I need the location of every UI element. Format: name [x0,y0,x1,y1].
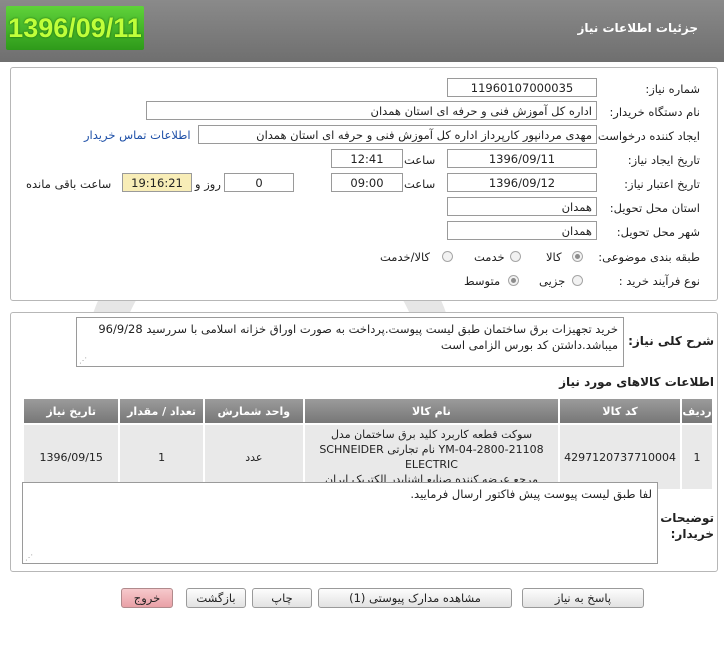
reply-button[interactable]: پاسخ به نیاز [522,588,644,608]
buyer-org-field: اداره کل آموزش فنی و حرفه ای استان همدان [146,101,597,120]
validity-time-field: 09:00 [331,173,403,192]
exit-button[interactable]: خروج [121,588,173,608]
resize-grip-icon[interactable]: ⋰ [25,553,33,562]
cell-row: 1 [680,423,714,491]
category-radio-goods[interactable] [572,251,583,262]
created-date-label: تاریخ ایجاد نیاز: [627,153,700,167]
cell-code: 4297120737710004 [558,423,683,491]
cell-unit: عدد [202,423,305,491]
province-label: استان محل تحویل: [609,201,700,215]
col-name: نام کالا [302,397,561,425]
cell-name: سوکت قطعه کاربرد کلید برق ساختمان مدل YM… [302,423,561,491]
col-unit: واحد شمارش [202,397,305,425]
process-radio-medium[interactable] [508,275,519,286]
category-option-service: خدمت [474,250,505,264]
cell-qty: 1 [118,423,205,491]
buyer-contact-link[interactable]: اطلاعات تماس خریدار [84,128,191,142]
process-option-medium: متوسط [464,274,501,288]
buyer-notes-text: لفا طبق لیست پیوست پیش فاکتور ارسال فرما… [22,482,658,564]
days-remaining-field: 0 [224,173,294,192]
col-row: ردیف [680,397,714,425]
cell-name-line: سوکت قطعه کاربرد کلید برق ساختمان مدل [330,428,533,441]
table-row: 1 4297120737710004 سوکت قطعه کاربرد کلید… [21,423,714,491]
city-label: شهر محل تحویل: [616,225,700,239]
buyer-org-label: نام دستگاه خریدار: [609,105,700,119]
header-date-badge: 1396/09/11 [6,6,144,50]
validity-date-field: 1396/09/12 [447,173,597,192]
col-code: کد کالا [558,397,683,425]
city-field: همدان [447,221,597,240]
created-time-field: 12:41 [331,149,403,168]
goods-table: ردیف کد کالا نام کالا واحد شمارش تعداد /… [21,397,714,491]
goods-table-header: ردیف کد کالا نام کالا واحد شمارش تعداد /… [21,397,714,425]
created-date-field: 1396/09/11 [447,149,597,168]
category-label: طبقه بندی موضوعی: [598,250,700,264]
view-attachments-button[interactable]: مشاهده مدارک پیوستی (1) [318,588,512,608]
need-number-label: شماره نیاز: [645,82,700,96]
resize-grip-icon[interactable]: ⋰ [79,356,87,365]
requester-field: مهدی مردانپور کارپرداز اداره کل آموزش فن… [198,125,597,144]
time-remaining-label: ساعت باقی مانده [26,177,112,191]
buyer-notes-label-1: توضیحات [660,511,714,525]
col-qty: تعداد / مقدار [118,397,205,425]
validity-date-label: تاریخ اعتبار نیاز: [624,177,700,191]
cell-name-line: YM-04-2800-21108 نام تجارتی SCHNEIDER EL… [319,443,544,471]
goods-section-title: اطلاعات کالاهای مورد نیاز [559,375,714,389]
category-radio-service[interactable] [510,251,521,262]
process-radio-minor[interactable] [572,275,583,286]
description-label: شرح کلی نیاز: [628,334,714,348]
process-label: نوع فرآیند خرید : [618,274,700,288]
category-option-goods: کالا [546,250,562,264]
time-remaining-field: 19:16:21 [122,173,192,192]
province-field: همدان [447,197,597,216]
cell-need-date: 1396/09/15 [21,423,121,491]
category-option-goods-service: کالا/خدمت [380,250,431,264]
need-number-field: 11960107000035 [447,78,597,97]
validity-time-label: ساعت [404,177,436,191]
print-button[interactable]: چاپ [252,588,312,608]
process-option-minor: جزیی [539,274,566,288]
col-need-date: تاریخ نیاز [21,397,121,425]
requester-label: ایجاد کننده درخواست: [594,129,700,143]
category-radio-goods-service[interactable] [442,251,453,262]
back-button[interactable]: بازگشت [186,588,246,608]
page-title: جزئیات اطلاعات نیاز [577,21,698,35]
buyer-notes-label-2: خریدار: [670,527,714,541]
description-text: خرید تجهیزات برق ساختمان طبق لیست پیوست.… [76,317,624,367]
created-time-label: ساعت [404,153,436,167]
day-and-label: روز و [195,177,221,191]
